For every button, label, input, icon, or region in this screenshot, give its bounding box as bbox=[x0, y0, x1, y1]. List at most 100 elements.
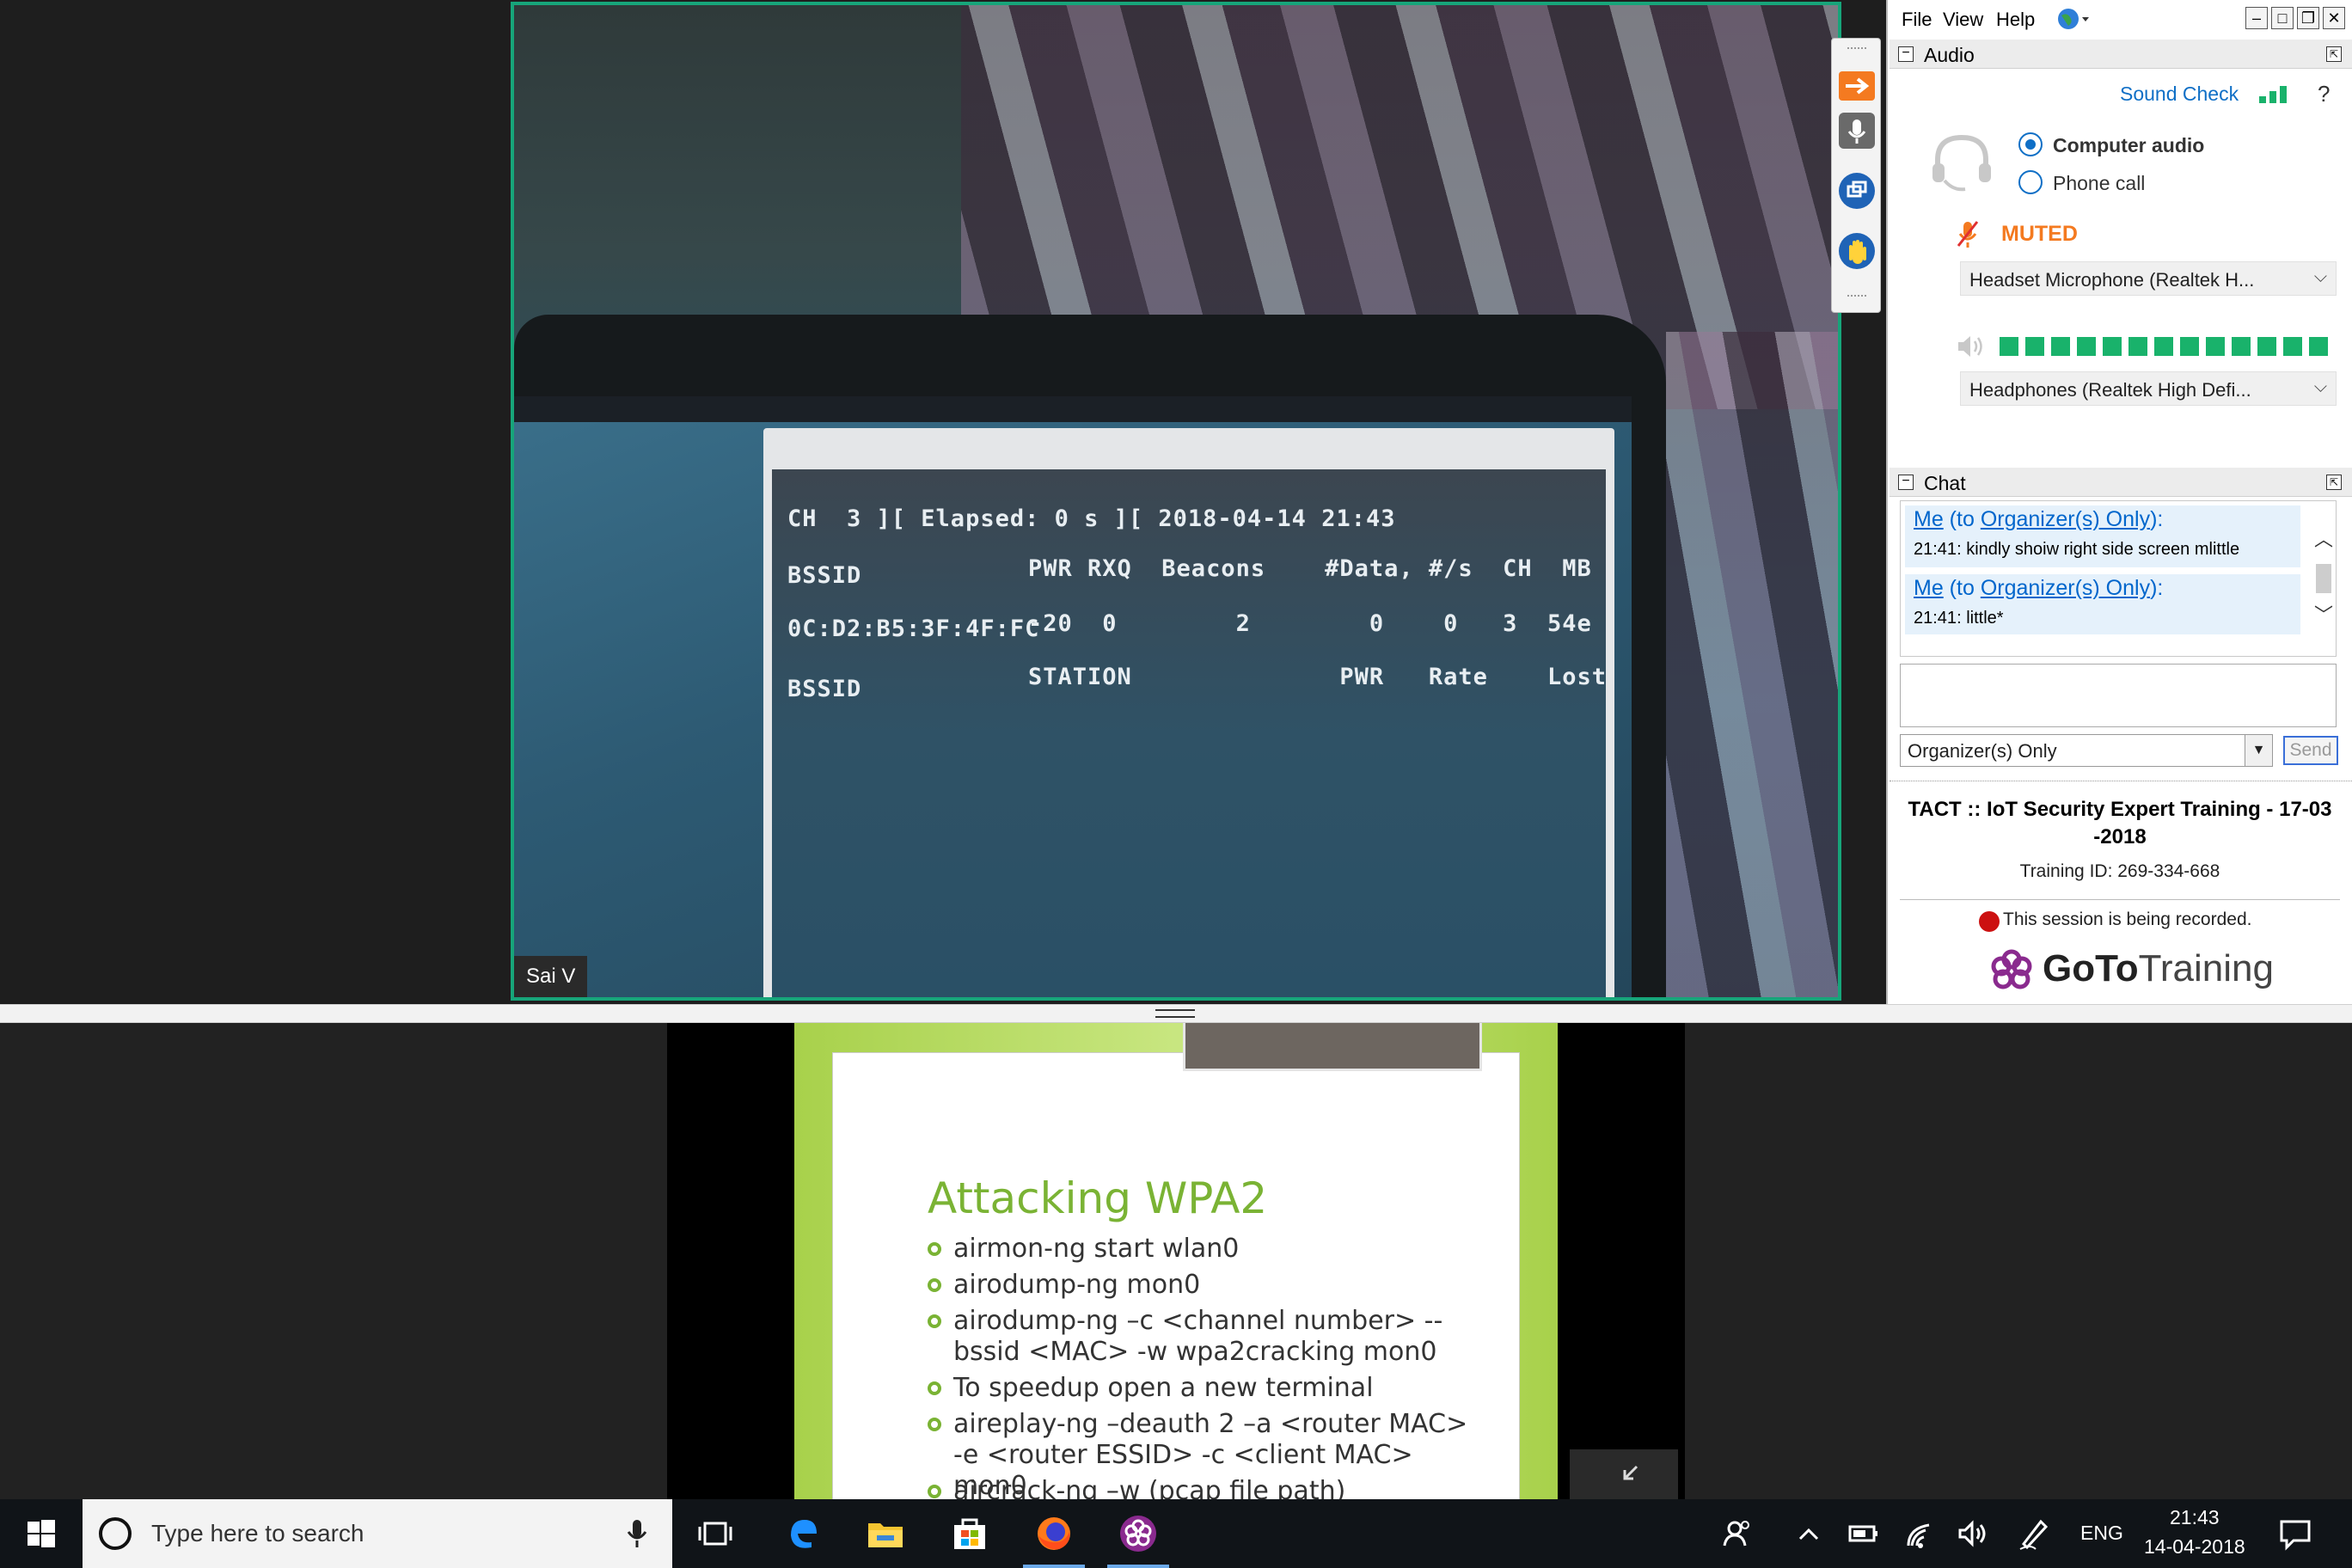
taskbar-search-box[interactable]: Type here to search bbox=[83, 1499, 672, 1568]
audio-help-icon[interactable]: ? bbox=[2318, 81, 2330, 107]
muted-microphone-icon[interactable] bbox=[1955, 218, 1981, 254]
active-app-indicator bbox=[1023, 1565, 1085, 1568]
toolbar-grip-bottom[interactable] bbox=[1847, 295, 1866, 300]
phone-call-label[interactable]: Phone call bbox=[2053, 172, 2145, 195]
participant-name-label: Sai V bbox=[514, 956, 588, 997]
scroll-up-icon[interactable]: ︿ bbox=[2314, 524, 2333, 552]
file-explorer-icon[interactable] bbox=[865, 1513, 906, 1554]
presentation-slide: Attacking WPA2 airmon-ng start wlan0 air… bbox=[794, 1023, 1558, 1516]
raise-hand-icon[interactable] bbox=[1839, 233, 1875, 269]
section-divider bbox=[1900, 899, 2340, 900]
minimize-button[interactable]: – bbox=[2245, 7, 2268, 29]
speaker-icon[interactable] bbox=[1955, 332, 1988, 365]
chat-recipient[interactable]: Organizer(s) Only bbox=[1981, 576, 2150, 600]
chat-title: Chat bbox=[1924, 472, 1966, 494]
bullet-icon bbox=[928, 1485, 941, 1498]
sound-check-link[interactable]: Sound Check bbox=[2120, 83, 2239, 106]
send-button[interactable]: Send bbox=[2283, 736, 2338, 765]
gototraining-icon[interactable] bbox=[1118, 1513, 1159, 1554]
chat-text: kindly shoiw right side screen mlittle bbox=[1966, 540, 2240, 559]
bullet-icon bbox=[928, 1314, 941, 1328]
control-panel: File View Help – □ ❐ ✕ − Audio ⇱ Sound C… bbox=[1886, 0, 2352, 1006]
store-icon[interactable] bbox=[949, 1513, 990, 1554]
language-indicator[interactable]: ENG bbox=[2080, 1522, 2123, 1545]
chat-recipient[interactable]: Organizer(s) Only bbox=[1981, 507, 2150, 531]
terminal-header-line: CH 3 ][ Elapsed: 0 s ][ 2018-04-14 21:43 bbox=[787, 505, 1396, 532]
webcam-video[interactable]: CH 3 ][ Elapsed: 0 s ][ 2018-04-14 21:43… bbox=[511, 2, 1841, 1001]
menu-bar: File View Help – □ ❐ ✕ bbox=[1888, 0, 2352, 38]
chevron-up-icon[interactable] bbox=[1788, 1513, 1829, 1554]
search-placeholder[interactable]: Type here to search bbox=[151, 1520, 364, 1547]
restore-button[interactable]: ❐ bbox=[2297, 7, 2319, 29]
terminal-bssid-col-2: BSSID bbox=[787, 676, 862, 702]
collapse-audio-icon[interactable]: − bbox=[1898, 46, 1914, 62]
clock-date[interactable]: 14-04-2018 bbox=[2144, 1535, 2245, 1559]
wifi-icon[interactable] bbox=[1900, 1513, 1941, 1554]
edge-icon[interactable] bbox=[782, 1513, 824, 1554]
microphone-select[interactable]: Headset Microphone (Realtek H... ⌵ bbox=[1960, 261, 2337, 296]
notification-icon[interactable] bbox=[2275, 1513, 2316, 1554]
collapse-chat-icon[interactable]: − bbox=[1898, 475, 1914, 490]
menu-help[interactable]: Help bbox=[1996, 9, 2035, 31]
maximize-button[interactable]: □ bbox=[2271, 7, 2294, 29]
slide-bullet: airodump-ng mon0 bbox=[928, 1270, 1478, 1301]
training-id: Training ID: 269-334-668 bbox=[2019, 861, 2220, 881]
clock-time[interactable]: 21:43 bbox=[2170, 1506, 2220, 1529]
background-curtain-right bbox=[1666, 332, 1838, 997]
volume-icon[interactable] bbox=[1953, 1513, 1994, 1554]
popout-chat-icon[interactable]: ⇱ bbox=[2326, 475, 2342, 490]
terminal-station-line: STATION PWR Rate Lost bbox=[1028, 664, 1607, 690]
meter-segment bbox=[2180, 337, 2199, 356]
computer-audio-label[interactable]: Computer audio bbox=[2053, 134, 2204, 157]
screen-icon[interactable] bbox=[1839, 173, 1875, 209]
chat-input[interactable] bbox=[1900, 664, 2337, 727]
task-view-icon[interactable] bbox=[695, 1513, 736, 1554]
chat-sender[interactable]: Me bbox=[1914, 576, 1944, 600]
meter-segment bbox=[2025, 337, 2044, 356]
phone-call-radio[interactable] bbox=[2018, 170, 2043, 194]
scroll-down-icon[interactable]: ﹀ bbox=[2314, 600, 2333, 628]
chat-section-header[interactable]: − Chat ⇱ bbox=[1890, 468, 2352, 497]
show-panel-icon[interactable] bbox=[1839, 71, 1875, 101]
speaker-select[interactable]: Headphones (Realtek High Defi... ⌵ bbox=[1960, 371, 2337, 406]
microphone-icon[interactable] bbox=[1839, 113, 1875, 149]
globe-icon[interactable] bbox=[2056, 7, 2091, 35]
chat-message: Me (to Organizer(s) Only): 21:41: kindly… bbox=[1905, 505, 2300, 567]
splitter-grip-icon[interactable] bbox=[1155, 1009, 1195, 1018]
firefox-icon[interactable] bbox=[1033, 1513, 1075, 1554]
chat-recipient-select[interactable]: Organizer(s) Only ▼ bbox=[1900, 734, 2273, 767]
bullet-icon bbox=[928, 1242, 941, 1256]
slide-bullet: airodump-ng –c <channel number> --bssid … bbox=[928, 1306, 1478, 1368]
chat-sender[interactable]: Me bbox=[1914, 507, 1944, 531]
popout-audio-icon[interactable]: ⇱ bbox=[2326, 46, 2342, 62]
menu-view[interactable]: View bbox=[1943, 9, 1983, 31]
shared-screen-area: Attacking WPA2 airmon-ng start wlan0 air… bbox=[0, 1023, 2352, 1516]
headset-icon bbox=[1927, 127, 1996, 200]
windows-taskbar: Type here to search ENG 21:43 14-04-2018 bbox=[0, 1499, 2352, 1568]
chat-time: 21:41 bbox=[1914, 540, 1957, 559]
terminal-body bbox=[772, 469, 1606, 997]
battery-icon[interactable] bbox=[1843, 1513, 1884, 1554]
close-button[interactable]: ✕ bbox=[2323, 7, 2345, 29]
microphone-icon[interactable] bbox=[624, 1516, 650, 1555]
people-icon[interactable] bbox=[1718, 1513, 1759, 1554]
meter-segment bbox=[2309, 337, 2328, 356]
toolbar-grip-top[interactable] bbox=[1847, 47, 1866, 52]
chat-message: Me (to Organizer(s) Only): 21:41: little… bbox=[1905, 574, 2300, 634]
pen-icon[interactable] bbox=[2013, 1513, 2055, 1554]
windows-start-icon[interactable] bbox=[21, 1513, 62, 1554]
meter-segment bbox=[2257, 337, 2276, 356]
slide-title: Attacking WPA2 bbox=[928, 1173, 1268, 1223]
cortana-icon[interactable] bbox=[96, 1516, 134, 1559]
chat-scrollbar[interactable]: ︿ ﹀ bbox=[2312, 521, 2335, 636]
active-app-indicator bbox=[1107, 1565, 1169, 1568]
computer-audio-radio[interactable] bbox=[2018, 132, 2043, 156]
scroll-thumb[interactable] bbox=[2316, 564, 2331, 593]
menu-file[interactable]: File bbox=[1902, 9, 1932, 31]
pane-splitter[interactable] bbox=[0, 1004, 2352, 1023]
slide-bullet: airmon-ng start wlan0 bbox=[928, 1234, 1478, 1265]
muted-label: MUTED bbox=[2001, 222, 2078, 246]
audio-section-header[interactable]: − Audio ⇱ bbox=[1890, 40, 2352, 69]
fit-to-window-button[interactable] bbox=[1570, 1449, 1678, 1499]
microphone-select-value: Headset Microphone (Realtek H... bbox=[1969, 269, 2255, 291]
